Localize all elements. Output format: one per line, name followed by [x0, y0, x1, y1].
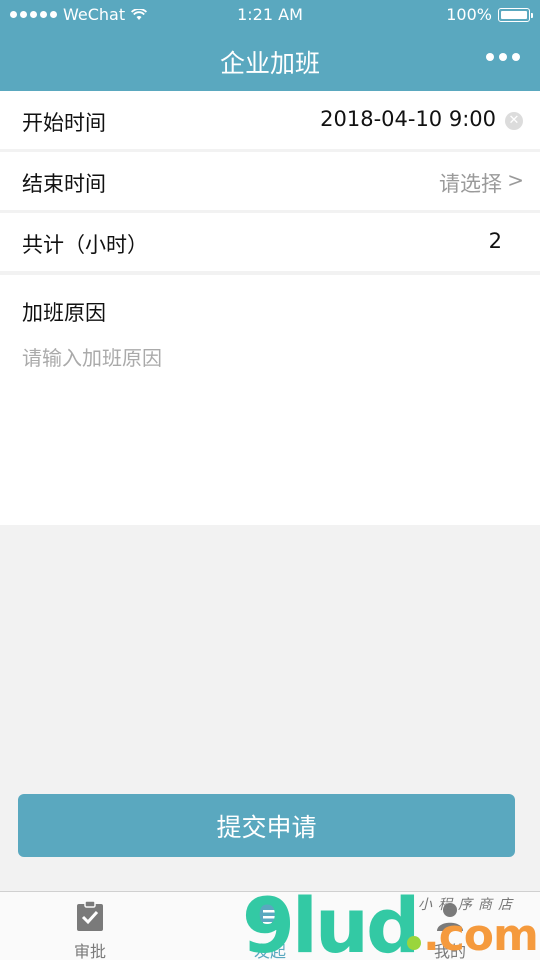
end-time-row[interactable]: 结束时间 请选择 >	[0, 152, 540, 210]
tab-label: 审批	[73, 942, 106, 960]
page-title: 企业加班	[219, 49, 320, 78]
battery-icon	[498, 7, 533, 22]
battery-percent: 100%	[446, 5, 492, 24]
document-list-icon	[258, 903, 282, 930]
tab-approve[interactable]: 审批	[0, 892, 180, 960]
start-time-value[interactable]: 2018-04-10 9:00	[320, 107, 496, 131]
more-dots-icon[interactable]	[486, 53, 520, 61]
battery-group: 100%	[446, 5, 533, 24]
end-time-picker[interactable]: 请选择	[439, 168, 502, 198]
start-time-row[interactable]: 开始时间 2018-04-10 9:00 ✕	[0, 91, 540, 149]
total-hours-value: 2	[488, 229, 502, 253]
clipboard-check-icon	[77, 900, 103, 931]
tab-label: 发起	[253, 942, 286, 960]
end-time-label: 结束时间	[22, 172, 106, 196]
clear-icon[interactable]: ✕	[505, 112, 523, 130]
tab-mine[interactable]: 我的	[360, 892, 540, 960]
nav-bar: WeChat 1:21 AM 100% 企业加班	[0, 0, 540, 91]
status-bar: WeChat 1:21 AM 100%	[0, 0, 540, 30]
total-hours-label: 共计（小时）	[22, 233, 148, 257]
reason-label: 加班原因	[22, 301, 106, 325]
reason-textarea[interactable]: 请输入加班原因	[22, 342, 512, 492]
user-icon	[437, 903, 463, 931]
start-time-label: 开始时间	[22, 111, 106, 135]
total-hours-row: 共计（小时） 2	[0, 213, 540, 271]
reason-section: 加班原因 请输入加班原因	[0, 275, 540, 525]
tab-bar: 审批 发起 我的	[0, 891, 540, 960]
tab-initiate[interactable]: 发起	[180, 892, 360, 960]
chevron-right-icon: >	[507, 168, 524, 192]
tab-label: 我的	[433, 942, 466, 960]
submit-button[interactable]: 提交申请	[18, 794, 515, 857]
